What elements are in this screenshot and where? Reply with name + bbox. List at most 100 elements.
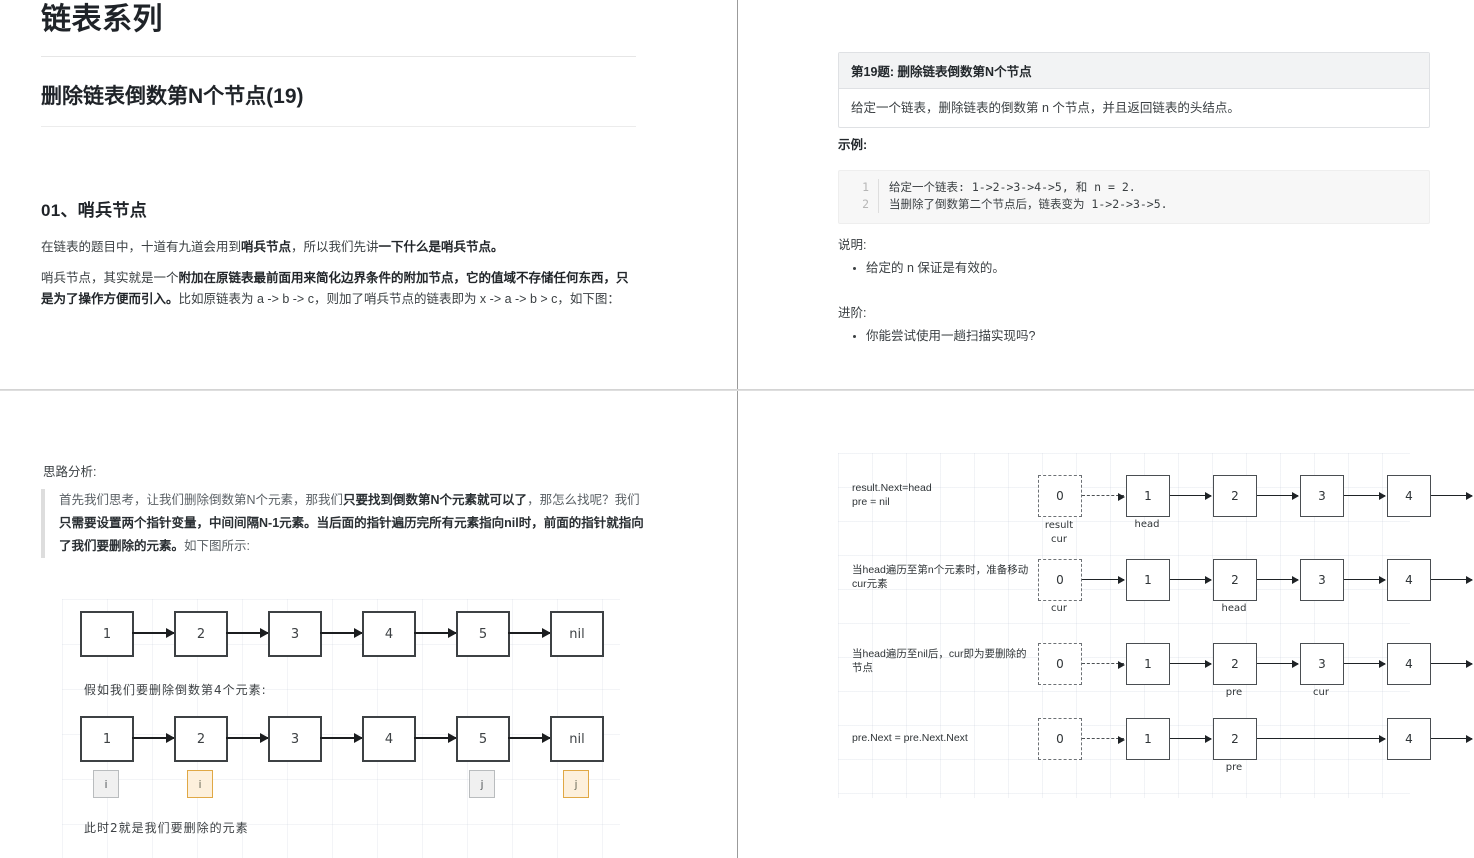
note-label: 说明:: [838, 238, 867, 252]
sketch-node: 2: [174, 716, 228, 762]
problem-card-title: 第19题: 删除链表倒数第N个节点: [839, 53, 1429, 89]
arrow-icon: [414, 628, 457, 638]
sketch-node: 3: [268, 716, 322, 762]
step-node: 3: [1300, 559, 1344, 601]
quote-d: 只需要设置两个指针变量，中间间隔N-1元素。当后面的指针遍历完所有元素指向nil…: [59, 516, 644, 553]
step-tag: cur: [1051, 603, 1067, 614]
arrow-icon: [1170, 733, 1212, 745]
arrow-icon: [132, 733, 175, 743]
paragraph-one: 在链表的题目中，十道有九道会用到哨兵节点，所以我们先讲一下什么是哨兵节点。: [41, 237, 641, 257]
arrow-icon: [1431, 658, 1473, 670]
analysis-quote: 首先我们思考，让我们删除倒数第N个元素，那我们只要找到倒数第N个元素就可以了，那…: [41, 489, 649, 558]
arrow-icon: [1257, 658, 1299, 670]
step-node: 0: [1038, 559, 1082, 601]
sketch-node: 3: [268, 611, 322, 657]
arrow-icon: [226, 628, 269, 638]
step-node: 4: [1387, 475, 1431, 517]
arrow-icon: [1082, 574, 1125, 586]
panel-top-left: 链表系列 删除链表倒数第N个节点(19) 01、哨兵节点 在链表的题目中，十道有…: [0, 0, 737, 389]
step-caption: 当head遍历至第n个元素时，准备移动cur元素: [852, 564, 1029, 590]
example-label: 示例:: [838, 138, 868, 152]
list-item: 你能尝试使用一趟扫描实现吗?: [866, 326, 1035, 346]
arrow-icon-skip: [1257, 733, 1386, 745]
step-tag: pre: [1225, 687, 1243, 698]
pointer-chip-i-start: i: [93, 770, 119, 798]
subsection-title: 01、哨兵节点: [41, 201, 148, 220]
panel-bottom-left: 思路分析: 首先我们思考，让我们删除倒数第N个元素，那我们只要找到倒数第N个元素…: [0, 391, 737, 858]
arrow-icon: [1170, 490, 1212, 502]
step-tag: cur: [1313, 687, 1329, 698]
code-line: 2 当删除了倒数第二个节点后，链表变为 1->2->3->5.: [839, 196, 1429, 213]
quote-b: 只要找到倒数第N个元素就可以了: [343, 493, 528, 507]
sketch-node: 5: [456, 716, 510, 762]
arrow-icon: [320, 733, 363, 743]
page-title: 链表系列: [41, 0, 636, 57]
step-node: 4: [1387, 718, 1431, 760]
sketch-caption-1: 假如我们要删除倒数第4个元素:: [84, 683, 267, 697]
panel-top-right: 第19题: 删除链表倒数第N个节点 给定一个链表，删除链表的倒数第 n 个节点，…: [738, 0, 1474, 389]
sketch-node: 2: [174, 611, 228, 657]
step-node: 2: [1213, 559, 1257, 601]
pointer-chip-j-start: j: [469, 770, 495, 798]
sketch-node: 1: [80, 611, 134, 657]
quote-c: ，那怎么找呢？我们: [527, 493, 640, 507]
step-tag: head: [1454, 687, 1474, 698]
problem-card: 第19题: 删除链表倒数第N个节点 给定一个链表，删除链表的倒数第 n 个节点，…: [838, 52, 1430, 128]
step-node: 1: [1126, 643, 1170, 685]
step-node: 3: [1300, 643, 1344, 685]
step-caption: 当head遍历至nil后，cur即为要删除的节点: [852, 648, 1027, 674]
section-title: 删除链表倒数第N个节点(19): [41, 80, 636, 127]
step-caption: pre.Next = pre.Next.Next: [852, 732, 968, 744]
step-tag: head: [1134, 519, 1160, 530]
analysis-label: 思路分析:: [43, 465, 97, 479]
slide-page: 链表系列 删除链表倒数第N个节点(19) 01、哨兵节点 在链表的题目中，十道有…: [0, 0, 1474, 858]
example-code-block: 1 给定一个链表: 1->2->3->4->5, 和 n = 2. 2 当删除了…: [838, 170, 1430, 224]
pointer-chip-j-moved: j: [563, 770, 589, 798]
step-node: 2: [1213, 643, 1257, 685]
arrow-icon: [1431, 490, 1473, 502]
step-node: 1: [1126, 559, 1170, 601]
code-line-number: 1: [862, 180, 869, 194]
arrow-icon: [1344, 658, 1386, 670]
step-node: 1: [1126, 475, 1170, 517]
step-node: 0: [1038, 643, 1082, 685]
para2-c: 比如原链表为 a -> b -> c，则加了哨兵节点的链表即为 x -> a -…: [178, 292, 620, 306]
arrow-icon: [1431, 574, 1473, 586]
sketch-node: 1: [80, 716, 134, 762]
arrow-icon: [1170, 658, 1212, 670]
arrow-icon: [1257, 490, 1299, 502]
arrow-icon: [508, 628, 551, 638]
sketch-node: 4: [362, 611, 416, 657]
arrow-icon: [1082, 735, 1125, 744]
arrow-icon: [1082, 660, 1125, 669]
step-node: 2: [1213, 475, 1257, 517]
para1-a: 在链表的题目中，十道有九道会用到: [41, 240, 242, 254]
panel-bottom-right: result.Next=head pre = nil 0 1 2 3 4 nil…: [738, 391, 1474, 858]
step-caption: result.Next=head pre = nil: [852, 482, 932, 508]
sketch-node: 4: [362, 716, 416, 762]
arrow-icon: [226, 733, 269, 743]
sketch-node: nil: [550, 716, 604, 762]
quote-e: 如下图所示:: [184, 539, 250, 553]
step-node: 3: [1300, 475, 1344, 517]
para1-d: 一下什么是哨兵节点。: [378, 240, 504, 254]
step-tag: pre: [1225, 762, 1243, 773]
arrow-icon: [1344, 574, 1386, 586]
note-list: 给定的 n 保证是有效的。: [838, 258, 1005, 278]
sketch-node: nil: [550, 611, 604, 657]
step-node: 4: [1387, 643, 1431, 685]
code-line-number: 2: [862, 197, 869, 211]
list-item: 给定的 n 保证是有效的。: [866, 258, 1005, 278]
step-node: 0: [1038, 475, 1082, 517]
arrow-icon: [1170, 574, 1212, 586]
advanced-list: 你能尝试使用一趟扫描实现吗?: [838, 326, 1035, 346]
arrow-icon: [320, 628, 363, 638]
arrow-icon: [1257, 574, 1299, 586]
para1-c: ，所以我们先讲: [291, 240, 379, 254]
sketch-node: 5: [456, 611, 510, 657]
quote-a: 首先我们思考，让我们删除倒数第N个元素，那我们: [59, 493, 344, 507]
step-node: 0: [1038, 718, 1082, 760]
paragraph-two: 哨兵节点，其实就是一个附加在原链表最前面用来简化边界条件的附加节点，它的值域不存…: [41, 268, 631, 310]
arrow-icon: [508, 733, 551, 743]
step-node: 1: [1126, 718, 1170, 760]
